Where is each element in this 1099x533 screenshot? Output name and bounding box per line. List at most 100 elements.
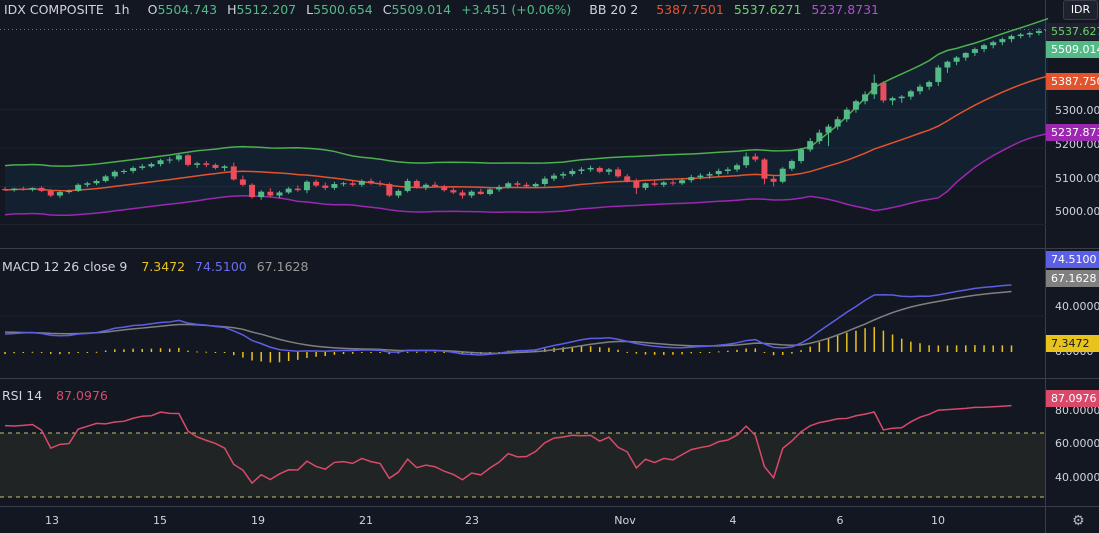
macd-histogram-bar [260, 352, 262, 362]
macd-histogram-bar [370, 352, 372, 353]
rsi-legend: RSI 14 87.0976 [2, 388, 114, 403]
candle-body [889, 98, 896, 101]
close-value: 5509.014 [391, 2, 452, 17]
macd-histogram-bar [379, 352, 381, 353]
bb-label[interactable]: BB 20 2 [589, 2, 638, 17]
rsi-legend-value: 87.0976 [56, 388, 108, 403]
macd-histogram-bar [95, 351, 98, 353]
candle-body [313, 181, 320, 186]
gear-icon[interactable]: ⚙ [1072, 513, 1085, 529]
candle-body [422, 184, 429, 188]
rsi-price-box: 87.0976 [1046, 390, 1099, 407]
candle-body [761, 159, 768, 179]
candle-body [413, 180, 420, 188]
x-tick: Nov [614, 514, 636, 527]
candle-body [935, 67, 942, 83]
candle-body [523, 184, 530, 187]
macd-label[interactable]: MACD 12 26 close 9 [2, 259, 127, 274]
close-price-box: 5509.014 [1046, 41, 1099, 58]
candle-body [669, 182, 676, 184]
candle-body [340, 183, 347, 185]
candle-body [871, 82, 878, 95]
bb-basis-price-box: 5387.7501 [1046, 73, 1099, 90]
macd-histogram-bar [251, 352, 253, 361]
candle-body [1017, 34, 1024, 37]
candle-body [166, 159, 173, 161]
candle-body [917, 86, 923, 92]
macd-histogram-bar [223, 352, 226, 353]
macd-histogram-bar [1010, 345, 1013, 352]
candle-body [615, 169, 622, 177]
bb-lower-value: 5237.8731 [811, 2, 880, 17]
candle-body [743, 156, 750, 166]
candle-body [175, 155, 182, 160]
candle-body [505, 183, 512, 188]
macd-histogram-bar [919, 343, 921, 352]
macd-histogram-bar [754, 348, 757, 352]
macd-histogram-bar [818, 342, 821, 352]
macd-histogram-bar [13, 352, 15, 354]
macd-line-value: 74.5100 [195, 259, 247, 274]
macd-histogram-bar [342, 352, 345, 355]
candle-body [185, 155, 191, 165]
candle-body [514, 183, 521, 185]
candle-body [75, 184, 82, 191]
macd-histogram-bar [324, 352, 326, 357]
symbol-name[interactable]: IDX COMPOSITE [4, 2, 104, 17]
macd-histogram-bar [123, 349, 125, 352]
rsi-tick: 60.0000 [1055, 437, 1099, 450]
candle-body [322, 185, 329, 188]
candle-body [377, 183, 384, 185]
macd-histogram-bar [269, 352, 272, 363]
x-tick: 21 [359, 514, 373, 527]
candle-body [642, 183, 649, 188]
candle-body [688, 177, 695, 181]
price-tick: 5000.000 [1055, 205, 1099, 218]
candle-body [468, 191, 475, 196]
macd-histogram-bar [168, 348, 171, 352]
candle-body [56, 192, 63, 196]
x-tick: 10 [931, 514, 945, 527]
macd-histogram-bar [974, 345, 976, 352]
candle-body [20, 188, 27, 190]
macd-histogram-bar [22, 352, 25, 353]
macd-histogram-bar [306, 352, 308, 358]
macd-histogram-bar [416, 351, 418, 353]
candle-body [898, 96, 905, 99]
macd-histogram-bar [31, 351, 34, 353]
macd-histogram-bar [315, 352, 317, 357]
macd-histogram-bar [40, 352, 43, 353]
macd-histogram-bar [946, 345, 949, 352]
candle-body [11, 188, 18, 191]
macd-histogram-bar [4, 352, 6, 355]
macd-histogram-bar [937, 345, 940, 352]
macd-histogram-bar [910, 341, 912, 352]
candle-body [798, 149, 805, 162]
macd-histogram-bar [699, 352, 702, 353]
macd-histogram-bar [196, 351, 198, 353]
candle-body [541, 178, 548, 185]
candle-body [111, 171, 118, 177]
candle-body [285, 188, 292, 193]
macd-histogram-bar [205, 351, 208, 353]
candle-body [276, 192, 283, 196]
currency-button[interactable]: IDR [1063, 0, 1098, 20]
candle-body [2, 189, 8, 191]
candle-body [349, 183, 356, 185]
rsi-label[interactable]: RSI 14 [2, 388, 42, 403]
candle-body [953, 57, 960, 62]
candle-body [624, 176, 631, 181]
macd-histogram-bar [644, 352, 647, 355]
candle-body [907, 91, 914, 97]
candle-body [258, 191, 265, 198]
candle-body [779, 168, 786, 182]
rsi-tick: 40.0000 [1055, 471, 1099, 484]
macd-signal-value: 67.1628 [256, 259, 309, 274]
macd-histogram-bar [425, 351, 427, 353]
macd-histogram-bar [77, 352, 79, 353]
main-legend: IDX COMPOSITE 1h O5504.743 H5512.207 L55… [4, 2, 885, 17]
macd-histogram-bar [333, 352, 336, 355]
macd-tick: 40.0000 [1055, 300, 1099, 313]
candle-body [432, 184, 439, 187]
interval-label[interactable]: 1h [114, 2, 130, 17]
